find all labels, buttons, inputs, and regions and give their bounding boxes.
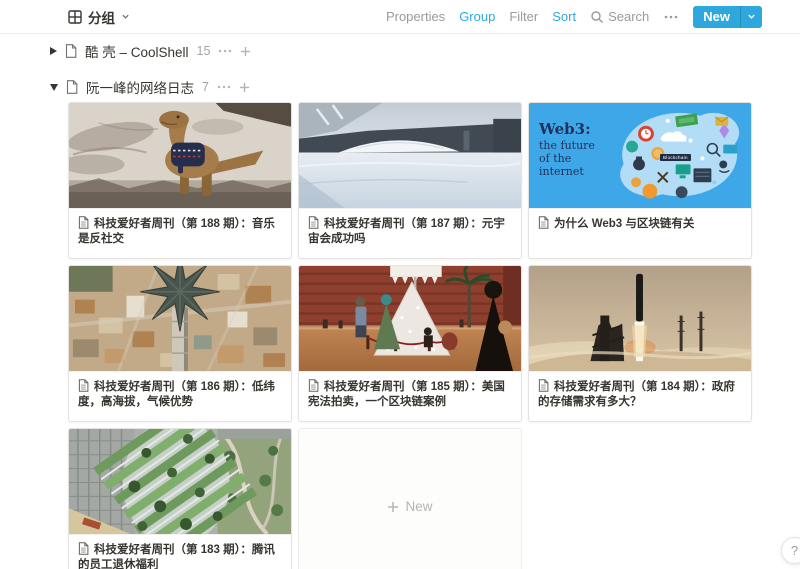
card-caption: 科技爱好者周刊（第 184 期）：政府的存储需求有多大？ [529, 372, 751, 417]
search-label: Search [608, 9, 649, 24]
page-text-icon [78, 542, 89, 555]
gallery-card[interactable]: 科技爱好者周刊（第 186 期）：低纬度，高海拔，气候优势 [68, 265, 292, 422]
card-cover-dinosaur-museum [69, 103, 291, 209]
gallery-card[interactable]: 科技爱好者周刊（第 187 期）：元宇宙会成功吗 [298, 102, 522, 259]
card-caption: 科技爱好者周刊（第 186 期）：低纬度，高海拔，气候优势 [69, 372, 291, 417]
page-text-icon [538, 216, 549, 229]
group-add-icon[interactable] [240, 46, 251, 57]
page-text-icon [308, 216, 319, 229]
group-count: 7 [202, 80, 209, 94]
card-cover-snow-resort [299, 103, 521, 209]
view-name: 分组 [88, 7, 115, 27]
blockchain-label: Blockchain [660, 154, 691, 161]
gallery-view-icon [68, 10, 82, 24]
new-button-label: New [693, 6, 740, 28]
group-button[interactable]: Group [459, 9, 495, 24]
page-text-icon [78, 379, 89, 392]
card-cover-city-aerial-star [69, 266, 291, 372]
page-icon [65, 44, 77, 58]
card-title: 科技爱好者周刊（第 187 期）：元宇宙会成功吗 [308, 218, 505, 245]
search-button[interactable]: Search [590, 9, 649, 24]
properties-button[interactable]: Properties [386, 9, 445, 24]
group-more-icon[interactable] [217, 84, 231, 90]
gallery-view-page: 分组 Properties Group Filter Sort Search [0, 0, 800, 569]
sort-button[interactable]: Sort [552, 9, 576, 24]
card-title: 科技爱好者周刊（第 185 期）：美国宪法拍卖，一个区块链案例 [308, 381, 505, 408]
group-header-ruanyifeng: 阮一峰的网络日志 7 [50, 78, 800, 96]
card-cover-helix-building [69, 429, 291, 535]
group-add-icon[interactable] [239, 82, 250, 93]
chevron-down-icon [747, 12, 756, 21]
card-cover-web3-illustration: Web3: the future of the internet Blockch… [529, 103, 751, 209]
new-card-label: New [405, 499, 432, 514]
page-icon [66, 80, 78, 94]
new-button-dropdown[interactable] [740, 6, 762, 28]
card-caption: 科技爱好者周刊（第 183 期）：腾讯的员工退休福利 [69, 535, 291, 569]
group-title[interactable]: 阮一峰的网络日志 [86, 77, 194, 97]
search-icon [590, 10, 604, 24]
chevron-down-icon [121, 12, 130, 21]
page-text-icon [538, 379, 549, 392]
group-title[interactable]: 酷 壳 – CoolShell [85, 41, 189, 61]
card-cover-plaza-sculpture [299, 266, 521, 372]
card-caption: 科技爱好者周刊（第 185 期）：美国宪法拍卖，一个区块链案例 [299, 372, 521, 417]
card-title: 为什么 Web3 与区块链有关 [554, 218, 694, 230]
plus-icon [387, 501, 399, 513]
toggle-expanded-icon[interactable] [50, 84, 58, 91]
view-switcher[interactable]: 分组 [68, 7, 130, 27]
card-caption: 科技爱好者周刊（第 187 期）：元宇宙会成功吗 [299, 209, 521, 254]
card-caption: 科技爱好者周刊（第 188 期）：音乐是反社交 [69, 209, 291, 254]
filter-button[interactable]: Filter [509, 9, 538, 24]
new-card-button[interactable]: New [298, 428, 522, 569]
gallery-card[interactable]: 科技爱好者周刊（第 184 期）：政府的存储需求有多大？ [528, 265, 752, 422]
card-title: 科技爱好者周刊（第 184 期）：政府的存储需求有多大？ [538, 381, 735, 408]
group-count: 15 [197, 44, 211, 58]
card-title: 科技爱好者周刊（第 188 期）：音乐是反社交 [78, 218, 275, 245]
new-button[interactable]: New [693, 6, 762, 28]
toggle-collapsed-icon[interactable] [50, 47, 57, 55]
gallery-card[interactable]: 科技爱好者周刊（第 183 期）：腾讯的员工退休福利 [68, 428, 292, 569]
web3-cover-text: Web3: the future of the internet [539, 123, 595, 178]
more-options-icon[interactable] [663, 10, 679, 24]
toolbar-actions: Properties Group Filter Sort Search New [386, 6, 762, 28]
card-cover-rocket-launch [529, 266, 751, 372]
card-title: 科技爱好者周刊（第 183 期）：腾讯的员工退休福利 [78, 544, 275, 569]
toolbar-divider [0, 33, 800, 34]
page-text-icon [78, 216, 89, 229]
group-header-coolshell: 酷 壳 – CoolShell 15 [50, 42, 800, 60]
help-label: ? [791, 543, 798, 558]
card-caption: 为什么 Web3 与区块链有关 [529, 209, 751, 239]
group-more-icon[interactable] [218, 48, 232, 54]
gallery-card[interactable]: 科技爱好者周刊（第 188 期）：音乐是反社交 [68, 102, 292, 259]
toolbar: 分组 Properties Group Filter Sort Search [0, 0, 800, 33]
gallery-grid: 科技爱好者周刊（第 188 期）：音乐是反社交 [68, 102, 800, 569]
page-text-icon [308, 379, 319, 392]
card-title: 科技爱好者周刊（第 186 期）：低纬度，高海拔，气候优势 [78, 381, 275, 408]
gallery-card[interactable]: Web3: the future of the internet Blockch… [528, 102, 752, 259]
gallery-card[interactable]: 科技爱好者周刊（第 185 期）：美国宪法拍卖，一个区块链案例 [298, 265, 522, 422]
